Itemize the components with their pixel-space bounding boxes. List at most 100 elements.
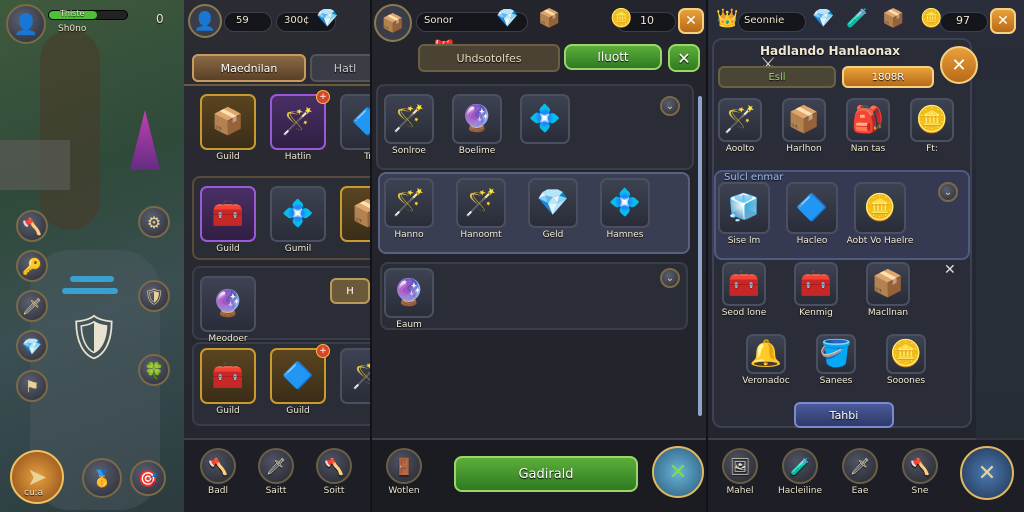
side-left-button[interactable]: ⚑ [16,370,48,402]
item-icon: 🪄 [351,361,370,391]
nav-item[interactable]: 🚪 Wotlen [378,448,430,496]
side-right-button[interactable]: ⚙ [138,206,170,238]
item-slot[interactable]: 📦 [866,262,910,306]
item-slot[interactable]: 🪄 [456,178,506,228]
item-slot[interactable]: 🧰 [200,348,256,404]
avatar[interactable]: 👤 [188,4,222,38]
shop-title: Hadlando Hanlaonax [760,44,901,58]
side-right-button[interactable]: 🍀 [138,354,170,386]
item-slot[interactable]: 🪄 [718,98,762,142]
item-slot[interactable]: 🪙 [886,334,926,374]
item-icon: 🔷 [281,361,315,391]
item-slot[interactable]: 🔷 [786,182,838,234]
item-slot[interactable]: 🪙 [854,182,906,234]
player-avatar[interactable]: 👤 [6,4,46,44]
header-green-button[interactable]: Iluott [564,44,662,70]
item-slot[interactable]: 🧰 [200,186,256,242]
item-label: Sanees [819,376,853,386]
item-slot[interactable]: 🧰 [794,262,838,306]
pill-tab-2[interactable]: 1808R [842,66,934,88]
item-slot[interactable]: 🔮 [384,268,434,318]
item-slot[interactable]: 💎 [528,178,578,228]
primary-action-button[interactable]: Gadirald [454,456,638,492]
nav-item[interactable]: 🖼 Mahel [714,448,766,496]
section-toggle[interactable]: ⌄ [938,182,958,202]
item-icon: 💠 [528,104,562,134]
item-slot[interactable]: 💠 [600,178,650,228]
item-slot[interactable]: 🪄 [384,178,434,228]
nav-item[interactable]: 🧪 Hacleiline [774,448,826,496]
expand-button[interactable]: H [330,278,370,304]
item-slot[interactable]: 📦 [782,98,826,142]
gem-icon: 💎 [812,8,835,29]
confirm-button[interactable]: ✕ [652,446,704,498]
item-slot[interactable]: 📦 [200,94,256,150]
item-slot[interactable]: 💠 [520,94,570,144]
item-label: Hanoomt [460,230,502,240]
crown-icon: 👑 [716,8,739,29]
pill-tab-1[interactable]: Esll [718,66,836,88]
item-slot[interactable]: 🔮 [452,94,502,144]
nav-item[interactable]: 🪓 Badl [192,448,244,496]
item-label: Hacleo [796,236,828,246]
bottom-item-2[interactable]: 🎯 [130,460,166,496]
item-slot[interactable]: 🔷 [340,94,370,150]
item-icon: 🔮 [211,289,245,319]
potion-icon: 🧪 [846,8,869,29]
tab-main[interactable]: Maednilan [192,54,306,82]
item-slot[interactable]: 🪣 [816,334,856,374]
bottom-item-1[interactable]: 🥇 [82,458,122,498]
nav-item[interactable]: 🗡 Eae [834,448,886,496]
header-tab[interactable]: Uhdsotolfes [418,44,560,72]
nav-item[interactable]: 🗡 Saitt [250,448,302,496]
nav-item[interactable]: 🪓 Soitt [308,448,360,496]
close-button[interactable]: ✕ [990,8,1016,34]
bottom-tab[interactable]: Tahbi [794,402,894,428]
item-icon: 🎒 [851,105,885,135]
shop-close-button[interactable]: ✕ [940,46,978,84]
item-slot[interactable]: 🪄 [384,94,434,144]
world-view-panel: 👤 Thiste Sh0no 0 🪓 🔑 🗡 💎 ⚑ ⚙ 🛡 🍀 🛡 ➤ cu:a 🥇 🎯 [0,0,184,512]
pin-icon[interactable]: ✕ [944,262,956,278]
nav-label: Soitt [323,486,345,496]
item-slot[interactable]: 💠 [270,186,326,242]
side-left-button[interactable]: 💎 [16,330,48,362]
item-icon: 🪄 [392,104,426,134]
side-backdrop [976,80,1024,440]
bag-avatar[interactable]: 📦 [374,4,412,42]
gold-value: 10 [640,14,654,27]
primary-action-label: Gadirald [518,466,574,482]
side-left-button[interactable]: 🔑 [16,250,48,282]
item-label: Boelime [458,146,496,156]
item-slot[interactable]: 🧰 [722,262,766,306]
item-slot[interactable]: 🔔 [746,334,786,374]
item-icon: 🪙 [863,193,897,223]
header-close-button[interactable]: ✕ [668,44,700,72]
section-toggle-1[interactable]: ⌄ [660,96,680,116]
item-slot[interactable]: 📦 [340,186,370,242]
close-button[interactable]: ✕ [678,8,704,34]
hero-unit[interactable]: 🛡 [66,298,122,378]
item-icon: 🪣 [819,339,853,369]
side-left-button[interactable]: 🗡 [16,290,48,322]
item-slot[interactable]: 🧊 [718,182,770,234]
nav-icon: 🖼 [722,448,758,484]
item-slot[interactable]: 🪙 [910,98,954,142]
header-tab-label: Uhdsotolfes [456,51,522,65]
nav-item[interactable]: 🪓 Sne [894,448,946,496]
crystal-decor [130,110,160,170]
section-toggle-3[interactable]: ⌄ [660,268,680,288]
side-left-button[interactable]: 🪓 [16,210,48,242]
item-label: Guild [286,406,310,416]
tab-secondary[interactable]: Hatl [310,54,370,82]
item-slot[interactable]: 🎒 [846,98,890,142]
item-icon: 🪄 [723,105,757,135]
item-label: Veronadoc [742,376,790,386]
tab-secondary-label: Hatl [333,61,357,75]
side-right-button[interactable]: 🛡 [138,280,170,312]
scrollbar[interactable] [698,96,702,416]
item-slot[interactable]: 🔮 [200,276,256,332]
item-label: Aobt Vo Haelre [846,236,914,246]
item-slot[interactable]: 🪄 [340,348,370,404]
shop-confirm-button[interactable]: ✕ [960,446,1014,500]
